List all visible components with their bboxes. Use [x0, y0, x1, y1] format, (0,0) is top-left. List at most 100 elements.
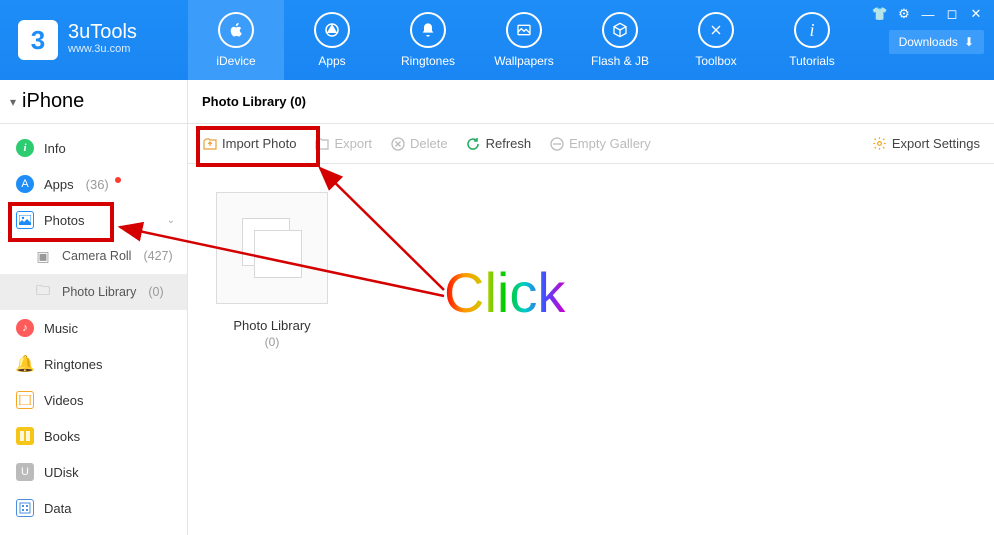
tools-icon — [698, 12, 734, 48]
import-icon — [202, 136, 217, 151]
apps-count: (36) — [86, 177, 109, 192]
export-icon — [314, 136, 329, 151]
tool-label: Delete — [410, 136, 448, 151]
nav-tutorials[interactable]: i Tutorials — [764, 0, 860, 80]
sidebar-item-label: Books — [44, 429, 80, 444]
app-logo: 3 3uTools www.3u.com — [0, 0, 188, 80]
delete-button: Delete — [390, 136, 448, 151]
tool-label: Export Settings — [892, 136, 980, 151]
sidebar-item-label: UDisk — [44, 465, 79, 480]
import-photo-button[interactable]: Import Photo — [202, 136, 296, 151]
info-icon: i — [16, 139, 34, 157]
app-name: 3uTools — [68, 22, 137, 42]
sidebar: ▾ iPhone i Info A Apps (36) Photos ⌄ — [0, 80, 188, 535]
tool-label: Export — [334, 136, 372, 151]
empty-gallery-button: Empty Gallery — [549, 136, 651, 151]
tab-photo-library[interactable]: Photo Library (0) — [202, 94, 306, 109]
photo-library-count: (0) — [148, 285, 163, 299]
sidebar-item-label: Camera Roll — [62, 249, 131, 263]
sidebar-item-data[interactable]: Data — [0, 490, 187, 526]
nav-apps[interactable]: Apps — [284, 0, 380, 80]
maximize-icon[interactable]: ◻ — [944, 6, 960, 22]
nav-wallpapers[interactable]: Wallpapers — [476, 0, 572, 80]
gear-icon — [872, 136, 887, 151]
device-name: iPhone — [22, 90, 84, 113]
bell-icon: 🔔 — [16, 355, 34, 373]
camera-roll-count: (427) — [143, 249, 172, 263]
cube-icon — [602, 12, 638, 48]
sidebar-item-label: Data — [44, 501, 71, 516]
toolbar: Import Photo Export Delete Refresh — [188, 124, 994, 164]
sidebar-item-label: Info — [44, 141, 66, 156]
download-icon: ⬇ — [964, 35, 974, 49]
update-dot-icon — [115, 177, 121, 183]
sidebar-item-label: Photos — [44, 213, 84, 228]
sidebar-item-music[interactable]: ♪ Music — [0, 310, 187, 346]
photo-library-tile[interactable]: Photo Library (0) — [208, 192, 336, 349]
titlebar: 3 3uTools www.3u.com iDevice Apps Ringto… — [0, 0, 994, 80]
sidebar-item-camera-roll[interactable]: ▣ Camera Roll (427) — [0, 238, 187, 274]
downloads-button[interactable]: Downloads ⬇ — [889, 30, 984, 54]
tool-label: Empty Gallery — [569, 136, 651, 151]
sidebar-item-label: Apps — [44, 177, 74, 192]
folder-thumb-icon — [216, 192, 328, 304]
udisk-icon: U — [16, 463, 34, 481]
sidebar-item-ringtones[interactable]: 🔔 Ringtones — [0, 346, 187, 382]
nav-ringtones[interactable]: Ringtones — [380, 0, 476, 80]
book-icon — [16, 427, 34, 445]
logo-badge: 3 — [18, 20, 58, 60]
nav-label: Ringtones — [401, 54, 455, 68]
delete-icon — [390, 136, 405, 151]
nav-idevice[interactable]: iDevice — [188, 0, 284, 80]
refresh-button[interactable]: Refresh — [466, 136, 532, 151]
skin-icon[interactable]: 👕 — [872, 6, 888, 22]
folder-icon: 🗀 — [34, 283, 52, 301]
nav-label: Flash & JB — [591, 54, 649, 68]
music-icon: ♪ — [16, 319, 34, 337]
bell-icon — [410, 12, 446, 48]
nav-label: Toolbox — [695, 54, 736, 68]
camera-icon: ▣ — [34, 247, 52, 265]
content-pane: Photo Library (0) Import Photo Export De… — [188, 80, 994, 535]
empty-icon — [549, 136, 564, 151]
nav-label: Wallpapers — [494, 54, 554, 68]
window-controls: 👕 ⚙ — ◻ ✕ Downloads ⬇ — [872, 0, 994, 80]
nav-toolbox[interactable]: Toolbox — [668, 0, 764, 80]
sidebar-item-info[interactable]: i Info — [0, 130, 187, 166]
chevron-down-icon: ▾ — [10, 95, 16, 109]
settings-icon[interactable]: ⚙ — [896, 6, 912, 22]
minimize-icon[interactable]: — — [920, 6, 936, 22]
video-icon — [16, 391, 34, 409]
sidebar-item-photo-library[interactable]: 🗀 Photo Library (0) — [0, 274, 187, 310]
nav-label: Tutorials — [789, 54, 835, 68]
close-icon[interactable]: ✕ — [968, 6, 984, 22]
device-header[interactable]: ▾ iPhone — [0, 80, 187, 124]
content-body: Photo Library (0) — [188, 164, 994, 535]
apps-icon — [314, 12, 350, 48]
tool-label: Import Photo — [222, 136, 296, 151]
sidebar-item-label: Ringtones — [44, 357, 103, 372]
data-icon — [16, 499, 34, 517]
nav-flash-jb[interactable]: Flash & JB — [572, 0, 668, 80]
refresh-icon — [466, 136, 481, 151]
export-settings-button[interactable]: Export Settings — [872, 136, 980, 151]
apps-icon: A — [16, 175, 34, 193]
sidebar-item-label: Photo Library — [62, 285, 136, 299]
tab-bar: Photo Library (0) — [188, 80, 994, 124]
sidebar-item-udisk[interactable]: U UDisk — [0, 454, 187, 490]
nav-label: iDevice — [216, 54, 255, 68]
nav-label: Apps — [318, 54, 345, 68]
sidebar-item-books[interactable]: Books — [0, 418, 187, 454]
tool-label: Refresh — [486, 136, 532, 151]
tile-label: Photo Library — [208, 318, 336, 333]
app-site: www.3u.com — [68, 42, 137, 57]
info-icon: i — [794, 12, 830, 48]
photos-icon — [16, 211, 34, 229]
tile-count: (0) — [208, 335, 336, 349]
sidebar-item-label: Music — [44, 321, 78, 336]
top-nav: iDevice Apps Ringtones Wallpapers Flash … — [188, 0, 860, 80]
sidebar-item-photos[interactable]: Photos ⌄ — [0, 202, 187, 238]
sidebar-item-videos[interactable]: Videos — [0, 382, 187, 418]
sidebar-item-apps[interactable]: A Apps (36) — [0, 166, 187, 202]
image-icon — [506, 12, 542, 48]
